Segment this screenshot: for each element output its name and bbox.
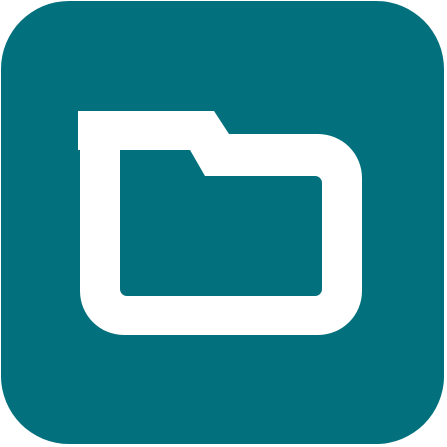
app-icon-graphic [1,1,444,444]
app-icon[interactable] [0,0,447,447]
app-icon-background [1,1,444,444]
